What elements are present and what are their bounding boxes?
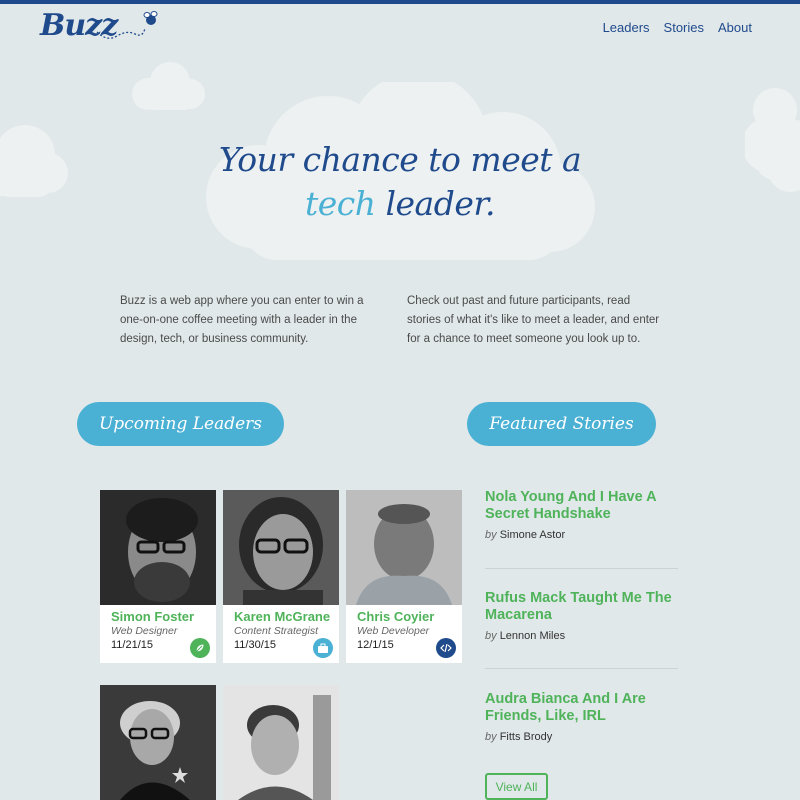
upcoming-leaders-heading: Upcoming Leaders [77, 402, 284, 446]
code-icon [436, 638, 456, 658]
story-title[interactable]: Audra Bianca And I Are Friends, Like, IR… [485, 691, 685, 725]
nav-about[interactable]: About [718, 20, 752, 35]
leader-photo [100, 685, 216, 800]
main-nav: Leaders Stories About [603, 20, 752, 35]
leader-name: Karen McGrane [234, 609, 331, 624]
leader-photo [223, 490, 339, 605]
story-byline: by Simone Astor [485, 529, 566, 541]
leader-card[interactable]: Karen McGrane Content Strategist 11/30/1… [223, 490, 339, 663]
leader-role: Web Designer [111, 625, 178, 637]
story-byline: by Fitts Brody [485, 731, 553, 743]
hero-line-2: tech leader. [0, 182, 800, 226]
leader-photo [346, 490, 462, 605]
leaf-icon [190, 638, 210, 658]
story-author: Simone Astor [499, 529, 566, 541]
story-divider [485, 568, 678, 569]
story-title[interactable]: Rufus Mack Taught Me The Macarena [485, 590, 685, 624]
leader-card[interactable] [100, 685, 216, 800]
leader-name: Chris Coyier [357, 609, 435, 624]
story-divider [485, 668, 678, 669]
intro-left: Buzz is a web app where you can enter to… [120, 295, 364, 345]
story-item[interactable]: Rufus Mack Taught Me The Macarena by Len… [485, 590, 685, 642]
leader-photo [100, 490, 216, 605]
featured-stories-heading: Featured Stories [467, 402, 656, 446]
story-author: Lennon Miles [499, 630, 566, 642]
nav-leaders[interactable]: Leaders [603, 20, 650, 35]
story-item[interactable]: Audra Bianca And I Are Friends, Like, IR… [485, 691, 685, 743]
leader-name: Simon Foster [111, 609, 195, 624]
story-author: Fitts Brody [499, 731, 553, 743]
cloud-small-icon [128, 58, 208, 114]
view-all-button[interactable]: View All [485, 773, 548, 800]
leader-role: Content Strategist [234, 625, 319, 637]
story-title[interactable]: Nola Young And I Have A Secret Handshake [485, 489, 685, 523]
story-byline: by Lennon Miles [485, 630, 566, 642]
nav-stories[interactable]: Stories [664, 20, 704, 35]
leader-card[interactable] [223, 685, 339, 800]
story-item[interactable]: Nola Young And I Have A Secret Handshake… [485, 489, 685, 541]
briefcase-icon [313, 638, 333, 658]
intro-right: Check out past and future participants, … [407, 295, 660, 345]
leader-role: Web Developer [357, 625, 430, 637]
top-accent-bar [0, 0, 800, 4]
leader-photo [223, 685, 339, 800]
hero-line-2-rest: leader. [375, 184, 496, 223]
hero-headline: Your chance to meet a tech leader. [0, 138, 800, 226]
leader-card[interactable]: Chris Coyier Web Developer 12/1/15 [346, 490, 462, 663]
leader-card[interactable]: Simon Foster Web Designer 11/21/15 [100, 490, 216, 663]
hero-accent-word: tech [304, 184, 376, 223]
hero-line-1: Your chance to meet a [218, 140, 582, 179]
bee-icon [96, 11, 158, 39]
